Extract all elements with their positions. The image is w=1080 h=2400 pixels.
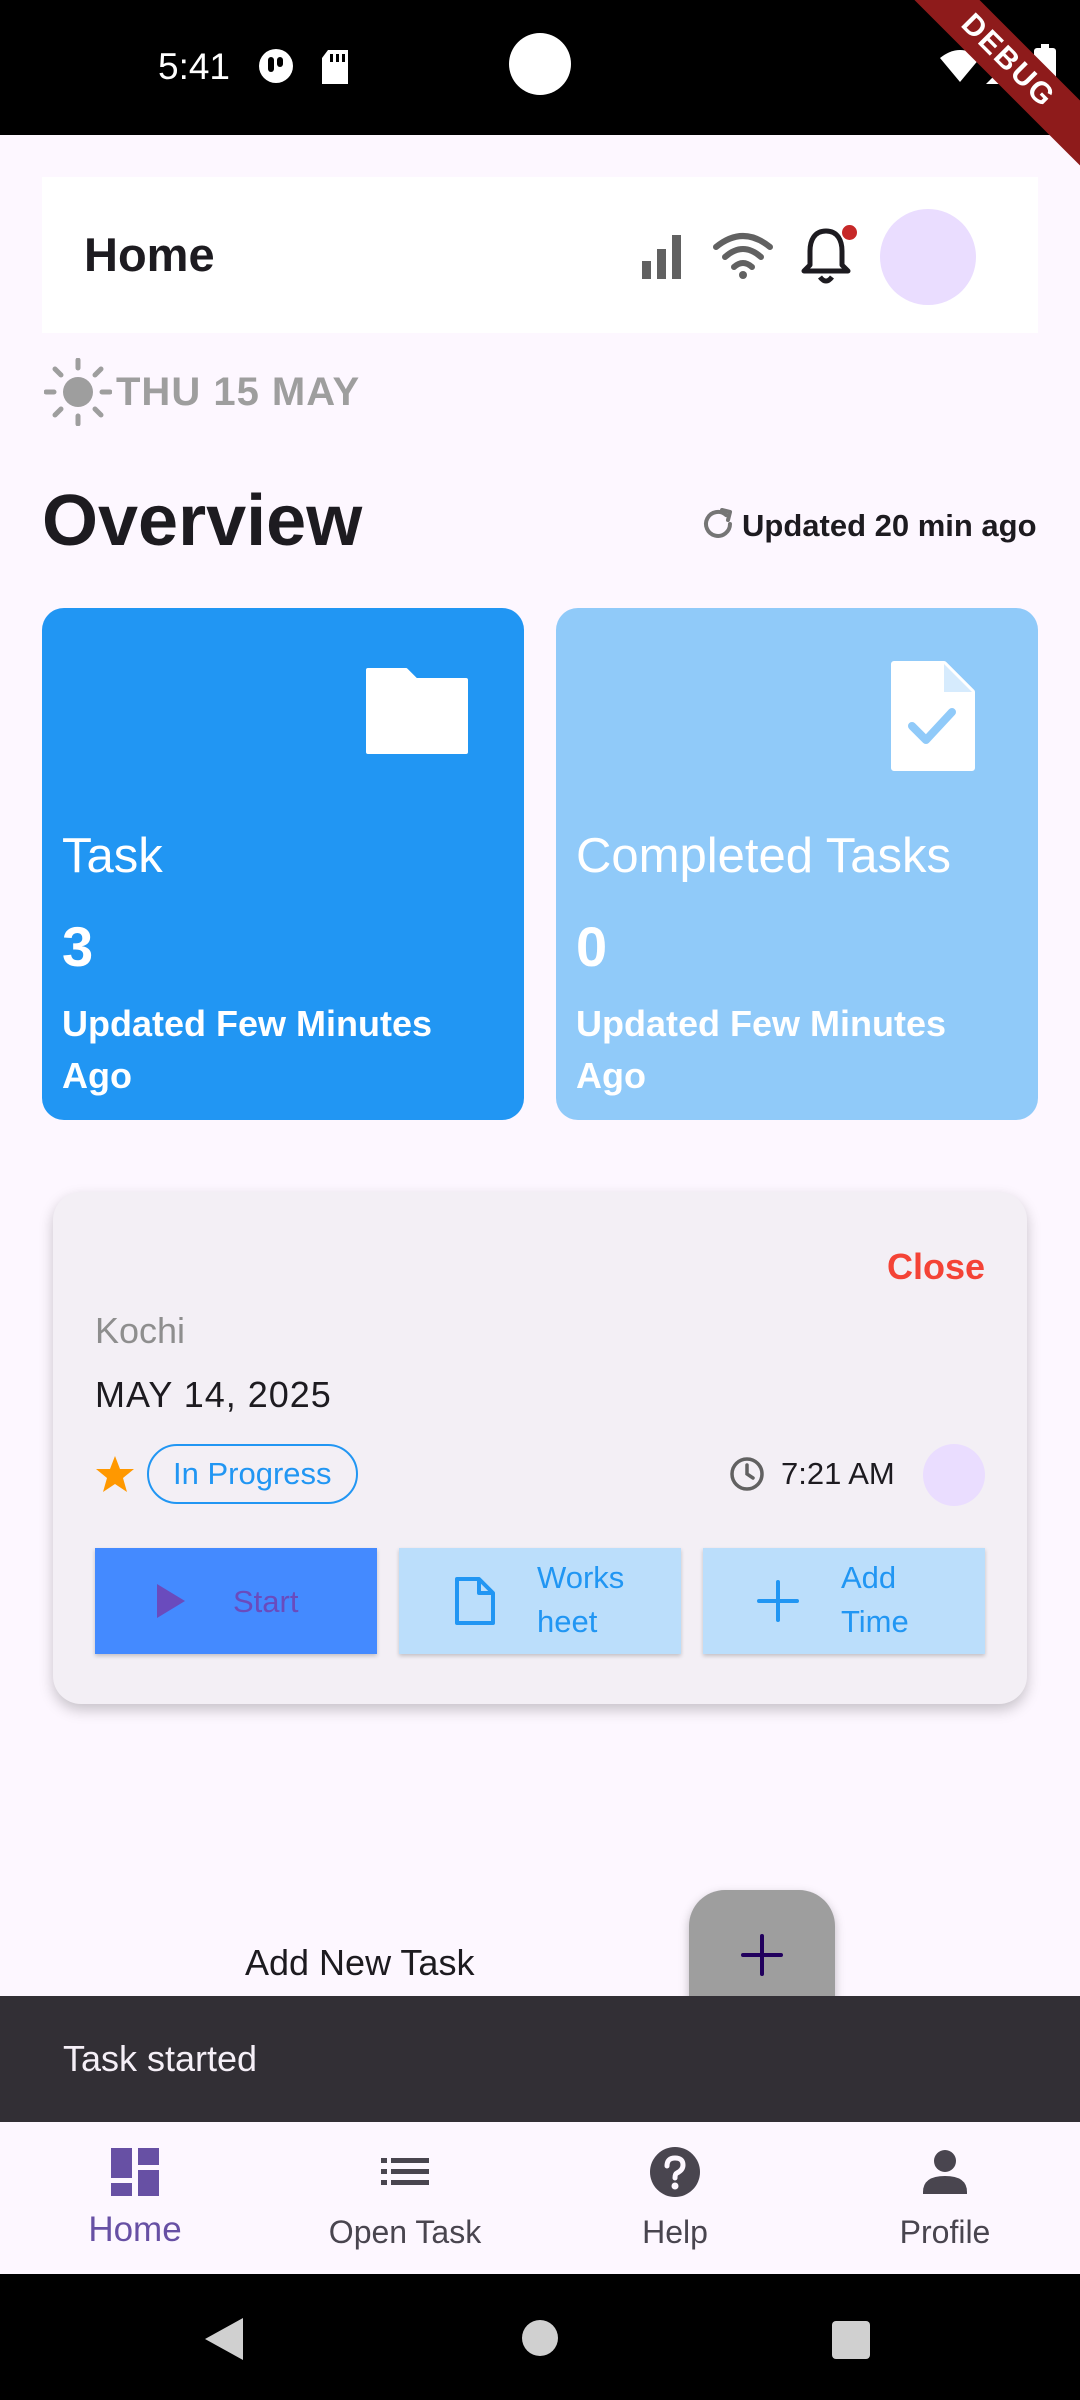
worksheet-button[interactable]: Works heet [399, 1548, 681, 1654]
list-icon [381, 2158, 429, 2185]
nav-item-profile[interactable]: Profile [810, 2122, 1080, 2274]
snackbar-message: Task started [63, 2038, 258, 2079]
status-time: 5:41 [158, 46, 231, 87]
stat-updated: Updated Few Minutes Ago [62, 1003, 433, 1096]
recent-apps-icon[interactable] [832, 2321, 870, 2359]
sun-icon [44, 358, 112, 426]
start-button[interactable]: Start [95, 1548, 377, 1654]
status-bar: 5:41 DEBUG [0, 0, 1080, 170]
stat-title: Completed Tasks [576, 829, 951, 883]
person-icon [923, 2150, 967, 2194]
app-bar: Home [42, 177, 1038, 333]
stat-count: 0 [576, 915, 608, 978]
camera-cutout [509, 33, 571, 95]
task-time: 7:21 AM [781, 1456, 895, 1491]
nav-item-home[interactable]: Home [0, 2122, 270, 2274]
start-button-label: Start [233, 1584, 299, 1619]
clock-icon [730, 1457, 764, 1491]
stat-count: 3 [62, 915, 94, 978]
overview-title: Overview [42, 481, 363, 561]
home-icon[interactable] [522, 2320, 558, 2356]
folder-icon [366, 668, 468, 754]
add-time-button[interactable]: Add Time [703, 1548, 985, 1654]
add-task-label: Add New Task [245, 1942, 475, 1983]
play-icon [157, 1584, 185, 1618]
nav-item-open-task[interactable]: Open Task [270, 2122, 540, 2274]
plus-icon [757, 1580, 799, 1622]
task-assignee-avatar[interactable] [923, 1444, 985, 1506]
nav-label: Open Task [328, 2214, 482, 2250]
task-check-icon [891, 661, 975, 771]
document-icon [455, 1577, 495, 1625]
wifi-icon[interactable] [712, 231, 774, 279]
back-icon[interactable] [203, 2316, 245, 2362]
signal-icon[interactable] [638, 233, 686, 279]
debug-banner: DEBUG [899, 0, 1080, 170]
help-icon [650, 2147, 700, 2197]
bottom-navigation: Home Open Task Help Profile [0, 2122, 1080, 2274]
task-date: MAY 14, 2025 [95, 1374, 332, 1415]
close-button[interactable]: Close [887, 1246, 985, 1288]
dashboard-icon [111, 2148, 159, 2196]
star-icon[interactable] [95, 1454, 135, 1494]
date-label: THU 15 MAY [116, 370, 361, 414]
task-card: Close Kochi MAY 14, 2025 In Progress 7:2… [53, 1192, 1027, 1704]
nav-item-help[interactable]: Help [540, 2122, 810, 2274]
nav-label: Help [642, 2214, 708, 2250]
last-updated-label: Updated 20 min ago [742, 508, 1037, 543]
refresh-icon[interactable] [700, 506, 736, 542]
nav-label: Home [88, 2210, 182, 2249]
add-time-button-label: Add Time [841, 1560, 909, 1639]
task-stat-card[interactable]: Task 3 Updated Few Minutes Ago [42, 608, 524, 1120]
stat-updated: Updated Few Minutes Ago [576, 1003, 947, 1096]
system-navigation-bar [0, 2274, 1080, 2400]
status-badge: In Progress [147, 1444, 358, 1504]
page-title: Home [84, 228, 215, 281]
avatar[interactable] [880, 209, 976, 305]
nav-label: Profile [899, 2214, 991, 2250]
stat-title: Task [62, 829, 163, 883]
snackbar: Task started [0, 1996, 1080, 2122]
worksheet-button-label: Works heet [537, 1560, 625, 1639]
notification-badge [842, 225, 857, 240]
plus-icon [741, 1934, 783, 1976]
sd-card-icon [322, 50, 348, 84]
notification-icon [259, 49, 293, 83]
task-location: Kochi [95, 1310, 186, 1351]
completed-stat-card[interactable]: Completed Tasks 0 Updated Few Minutes Ag… [556, 608, 1038, 1120]
